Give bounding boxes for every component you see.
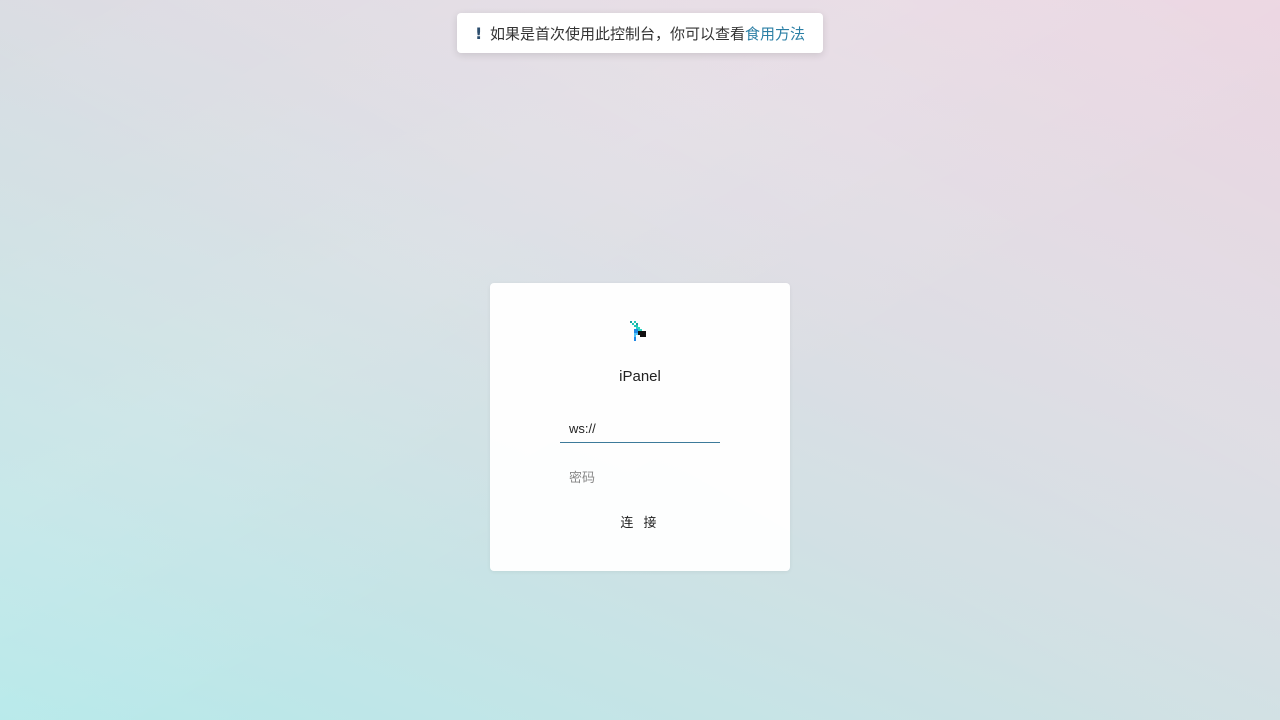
connect-button[interactable]: 连 接 [600,507,680,535]
server-url-input[interactable] [560,415,720,443]
app-name: iPanel [619,368,661,385]
login-card: iPanel 连 接 [490,283,790,571]
notice-toast: ! 如果是首次使用此控制台，你可以查看 食用方法 [457,13,823,53]
usage-guide-link[interactable]: 食用方法 [745,23,805,44]
page: { "notice": { "icon": "exclamation-icon"… [0,0,1280,720]
password-input[interactable] [560,463,720,491]
exclamation-icon: ! [475,23,483,43]
pixel-logo-icon [630,321,646,341]
notice-text: 如果是首次使用此控制台，你可以查看 [490,24,746,43]
